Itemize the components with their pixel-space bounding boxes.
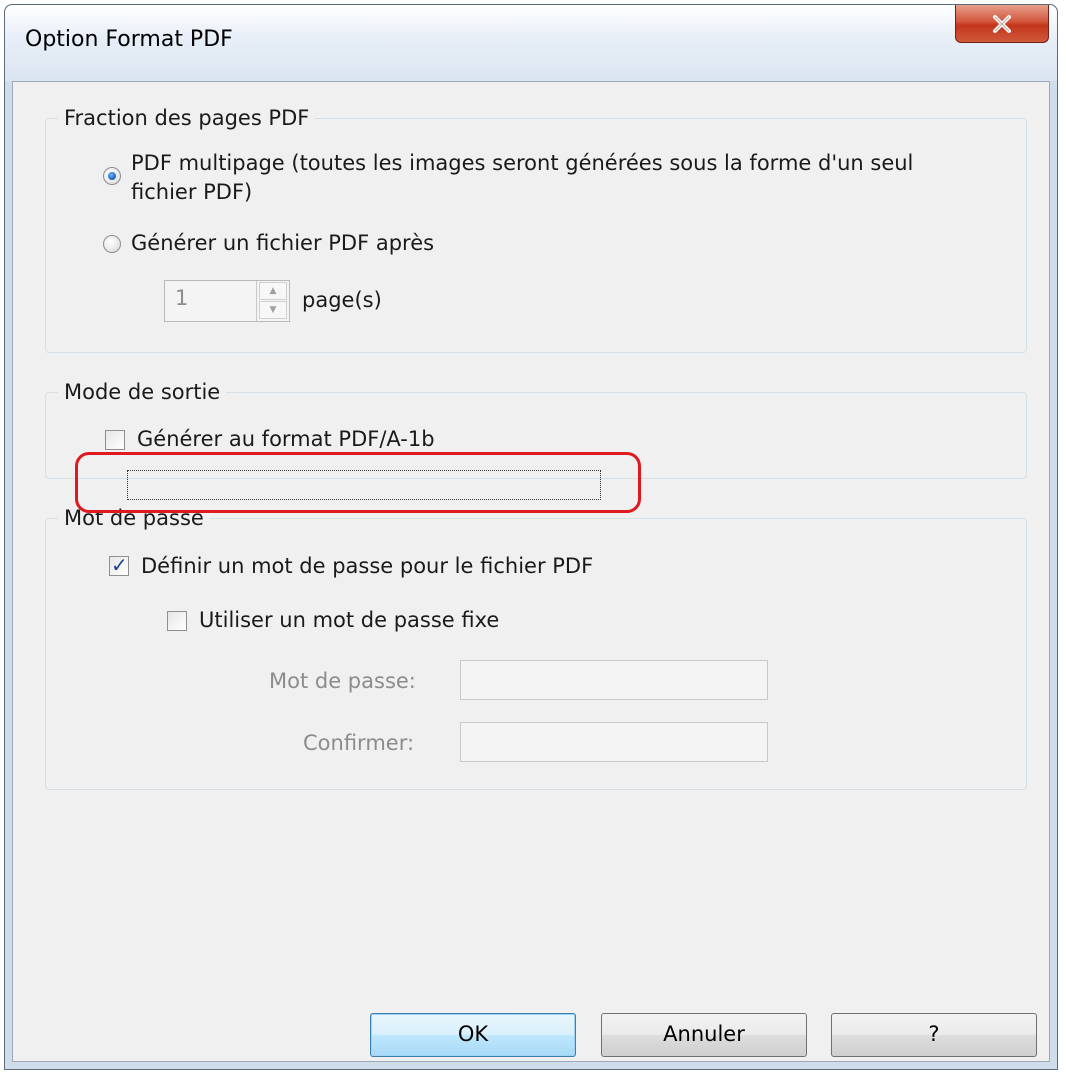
cancel-button[interactable]: Annuler bbox=[601, 1013, 807, 1057]
radio-split-pages-label[interactable]: Générer un fichier PDF après bbox=[131, 228, 434, 258]
output-mode-legend: Mode de sortie bbox=[58, 377, 227, 407]
pages-stepper[interactable]: 1 ▲ ▼ bbox=[164, 280, 290, 322]
confirm-field[interactable] bbox=[460, 722, 768, 762]
close-icon bbox=[993, 14, 1011, 33]
set-password-checkbox[interactable]: ✓ bbox=[109, 553, 129, 577]
radio-split-pages[interactable] bbox=[103, 235, 121, 253]
window-title: Option Format PDF bbox=[25, 27, 233, 52]
set-password-label[interactable]: Définir un mot de passe pour le fichier … bbox=[141, 551, 593, 581]
split-pages-legend: Fraction des pages PDF bbox=[58, 103, 316, 133]
title-bar: Option Format PDF bbox=[5, 5, 1057, 81]
pdfa-checkbox[interactable] bbox=[105, 430, 125, 450]
checkmark-icon: ✓ bbox=[111, 553, 128, 577]
stepper-up-icon[interactable]: ▲ bbox=[259, 282, 287, 300]
fixed-password-label[interactable]: Utiliser un mot de passe fixe bbox=[199, 605, 499, 635]
radio-multipage[interactable] bbox=[103, 167, 121, 185]
pages-stepper-buttons: ▲ ▼ bbox=[256, 281, 289, 321]
fixed-password-checkbox[interactable] bbox=[167, 611, 187, 631]
focus-rectangle bbox=[127, 470, 601, 500]
pages-unit-label: page(s) bbox=[302, 288, 382, 312]
pages-stepper-value: 1 bbox=[175, 286, 189, 310]
dialog-client-area: Fraction des pages PDF PDF multipage (to… bbox=[12, 81, 1050, 1062]
ok-button[interactable]: OK bbox=[370, 1013, 576, 1057]
help-button[interactable]: ? bbox=[831, 1013, 1037, 1057]
password-field-label: Mot de passe: bbox=[269, 669, 416, 693]
pdfa-label[interactable]: Générer au format PDF/A-1b bbox=[137, 424, 435, 454]
password-field[interactable] bbox=[460, 660, 768, 700]
stepper-down-icon[interactable]: ▼ bbox=[259, 301, 287, 319]
radio-multipage-label-line2[interactable]: fichier PDF) bbox=[131, 177, 252, 207]
close-button[interactable] bbox=[955, 5, 1049, 43]
confirm-field-label: Confirmer: bbox=[303, 731, 415, 755]
radio-multipage-label[interactable]: PDF multipage (toutes les images seront … bbox=[131, 148, 913, 178]
dialog-window: Option Format PDF Fraction des pages PDF… bbox=[4, 4, 1058, 1070]
